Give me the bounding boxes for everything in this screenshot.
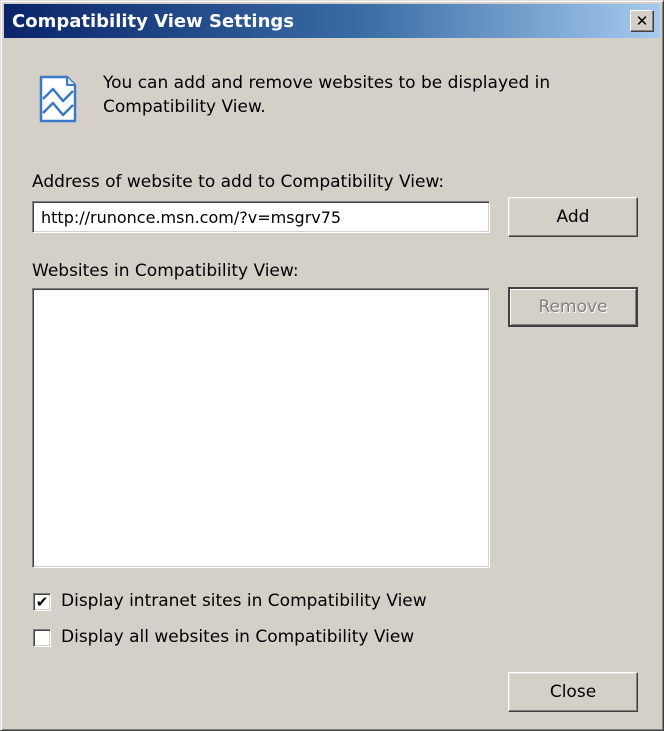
compatibility-view-icon (39, 75, 77, 123)
close-button-label: Close (549, 682, 597, 702)
add-button[interactable]: Add (508, 197, 638, 237)
address-label: Address of website to add to Compatibili… (32, 172, 444, 192)
add-button-label: Add (556, 207, 590, 227)
close-button[interactable]: Close (508, 672, 638, 712)
compatibility-view-dialog: Compatibility View Settings ✕ You can ad… (0, 0, 664, 731)
close-icon: ✕ (635, 11, 649, 30)
info-description: You can add and remove websites to be di… (103, 73, 551, 117)
websites-label: Websites in Compatibility View: (32, 261, 299, 281)
intranet-checkbox[interactable]: ✔ (33, 593, 51, 611)
dialog-title: Compatibility View Settings (12, 11, 294, 32)
title-close-button[interactable]: ✕ (630, 10, 654, 32)
address-label-text: Address of website to add to Compatibili… (32, 172, 445, 192)
all-websites-checkbox-label[interactable]: Display all websites in Compatibility Vi… (61, 627, 414, 647)
remove-button-label: Remove (538, 297, 608, 317)
address-input[interactable] (32, 201, 490, 233)
websites-list[interactable] (32, 288, 490, 568)
checkmark-icon: ✔ (35, 592, 49, 611)
title-bar[interactable]: Compatibility View Settings ✕ (4, 4, 660, 38)
intranet-checkbox-label[interactable]: Display intranet sites in Compatibility … (61, 591, 427, 611)
all-websites-checkbox[interactable] (33, 629, 51, 647)
websites-label-text: Websites in Compatibility View: (32, 261, 299, 281)
remove-button[interactable]: Remove (508, 287, 638, 327)
